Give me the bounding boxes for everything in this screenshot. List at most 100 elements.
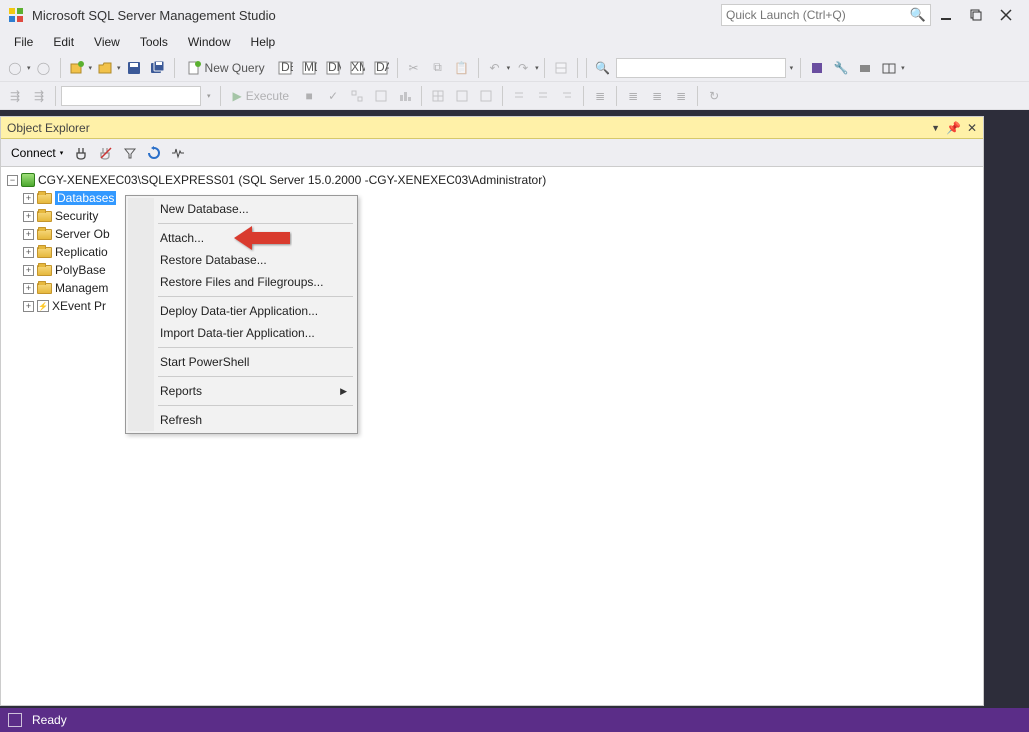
context-menu-item[interactable]: Start PowerShell <box>128 351 355 373</box>
plan-button[interactable] <box>370 85 392 107</box>
context-menu-item[interactable]: Attach... <box>128 227 355 249</box>
options-button[interactable] <box>854 57 876 79</box>
new-query-button[interactable]: New Query <box>180 57 272 79</box>
nav-forward-button[interactable]: ◯ <box>33 57 55 79</box>
results-grid-button[interactable] <box>427 85 449 107</box>
folder-icon <box>37 265 52 276</box>
folder-icon <box>37 193 52 204</box>
expand-icon[interactable]: + <box>23 211 34 222</box>
context-menu-label: Attach... <box>160 231 204 245</box>
context-menu-item[interactable]: Reports▶ <box>128 380 355 402</box>
quick-launch[interactable]: 🔍 <box>721 4 931 26</box>
xevent-icon: ⚡ <box>37 300 49 312</box>
close-button[interactable] <box>991 0 1021 30</box>
comment-button[interactable] <box>508 85 530 107</box>
pin-icon[interactable]: 📌 <box>946 121 961 135</box>
expand-icon[interactable]: + <box>23 265 34 276</box>
menu-help[interactable]: Help <box>241 31 286 53</box>
save-all-button[interactable] <box>147 57 169 79</box>
disconnect-icon[interactable] <box>95 142 117 164</box>
context-menu-item[interactable]: Restore Database... <box>128 249 355 271</box>
context-menu-label: Start PowerShell <box>160 355 249 369</box>
context-menu-item[interactable]: Import Data-tier Application... <box>128 322 355 344</box>
copy-button[interactable]: ⧉ <box>427 57 449 79</box>
panel-menu-icon[interactable]: ▼ <box>931 123 940 133</box>
expand-icon[interactable]: + <box>23 193 34 204</box>
tree-server-node[interactable]: − CGY-XENEXEC03\SQLEXPRESS01 (SQL Server… <box>7 171 977 189</box>
menu-view[interactable]: View <box>84 31 130 53</box>
context-menu-label: Deploy Data-tier Application... <box>160 304 318 318</box>
estimated-plan-button[interactable] <box>346 85 368 107</box>
context-menu-item[interactable]: Restore Files and Filegroups... <box>128 271 355 293</box>
results-file-button[interactable] <box>475 85 497 107</box>
nav-back-button[interactable]: ◯▾ <box>4 57 31 79</box>
window-layout-button[interactable]: ▾ <box>878 57 905 79</box>
stop-button[interactable]: ■ <box>298 85 320 107</box>
database-combo[interactable] <box>61 86 201 106</box>
connect-button[interactable]: Connect▾ <box>5 144 69 162</box>
minimize-button[interactable] <box>931 0 961 30</box>
context-menu-item[interactable]: Refresh <box>128 409 355 431</box>
outdent-button[interactable]: ≣ <box>589 85 611 107</box>
de-query-button[interactable]: DE <box>274 57 296 79</box>
properties-button[interactable] <box>550 57 572 79</box>
results-text-button[interactable] <box>451 85 473 107</box>
filter-icon[interactable] <box>119 142 141 164</box>
indent3-button[interactable]: ≣ <box>646 85 668 107</box>
mdx-query-button[interactable]: MDX <box>298 57 320 79</box>
open-file-button[interactable]: ▾ <box>94 57 121 79</box>
expand-icon[interactable]: + <box>23 301 34 312</box>
indent4-button[interactable]: ≣ <box>670 85 692 107</box>
indent-button[interactable] <box>556 85 578 107</box>
menu-tools[interactable]: Tools <box>130 31 178 53</box>
stats-button[interactable] <box>394 85 416 107</box>
help-button[interactable]: ↻ <box>703 85 725 107</box>
find-button[interactable]: 🔍 <box>592 57 614 79</box>
paste-button[interactable]: 📋 <box>451 57 473 79</box>
svg-text:DE: DE <box>281 60 293 74</box>
panel-header: Object Explorer ▼ 📌 ✕ <box>1 117 983 139</box>
quick-launch-input[interactable] <box>726 8 910 22</box>
folder-icon <box>37 247 52 258</box>
uncomment-button[interactable] <box>532 85 554 107</box>
redo-button[interactable]: ↷▾ <box>512 57 539 79</box>
svg-text:XMLA: XMLA <box>351 60 365 74</box>
menu-separator <box>158 405 353 406</box>
registered-servers-button[interactable] <box>806 57 828 79</box>
indent2-button[interactable]: ≣ <box>622 85 644 107</box>
tools-button[interactable]: 🔧 <box>830 57 852 79</box>
menu-window[interactable]: Window <box>178 31 241 53</box>
cut-button[interactable]: ✂ <box>403 57 425 79</box>
dax-query-button[interactable]: DAX <box>370 57 392 79</box>
server-label: CGY-XENEXEC03\SQLEXPRESS01 (SQL Server 1… <box>38 173 546 187</box>
menu-edit[interactable]: Edit <box>43 31 84 53</box>
execute-button[interactable]: ▶Execute <box>226 85 297 107</box>
menu-separator <box>158 347 353 348</box>
undo-button[interactable]: ↶▾ <box>484 57 511 79</box>
debug-btn[interactable]: ⇶ <box>4 85 26 107</box>
context-menu-item[interactable]: Deploy Data-tier Application... <box>128 300 355 322</box>
context-menu-label: Import Data-tier Application... <box>160 326 315 340</box>
connect-plug-icon[interactable] <box>71 142 93 164</box>
context-menu-item[interactable]: New Database... <box>128 198 355 220</box>
xmla-query-button[interactable]: XMLA <box>346 57 368 79</box>
menu-separator <box>158 296 353 297</box>
expand-icon[interactable]: + <box>23 247 34 258</box>
parse-button[interactable]: ✓ <box>322 85 344 107</box>
debug-btn2[interactable]: ⇶ <box>28 85 50 107</box>
expand-icon[interactable]: + <box>23 229 34 240</box>
app-title: Microsoft SQL Server Management Studio <box>32 8 276 23</box>
search-combo[interactable] <box>616 58 786 78</box>
maximize-button[interactable] <box>961 0 991 30</box>
activity-icon[interactable] <box>167 142 189 164</box>
menu-file[interactable]: File <box>4 31 43 53</box>
toolbar-query: ⇶ ⇶ ▾ ▶Execute ■ ✓ ≣ ≣ ≣ ≣ ↻ <box>0 82 1029 110</box>
expand-icon[interactable]: + <box>23 283 34 294</box>
save-button[interactable] <box>123 57 145 79</box>
panel-close-icon[interactable]: ✕ <box>967 121 977 135</box>
ssms-icon <box>8 7 24 23</box>
dmx-query-button[interactable]: DMX <box>322 57 344 79</box>
collapse-icon[interactable]: − <box>7 175 18 186</box>
refresh-icon[interactable] <box>143 142 165 164</box>
new-project-button[interactable]: ▾ <box>66 57 93 79</box>
